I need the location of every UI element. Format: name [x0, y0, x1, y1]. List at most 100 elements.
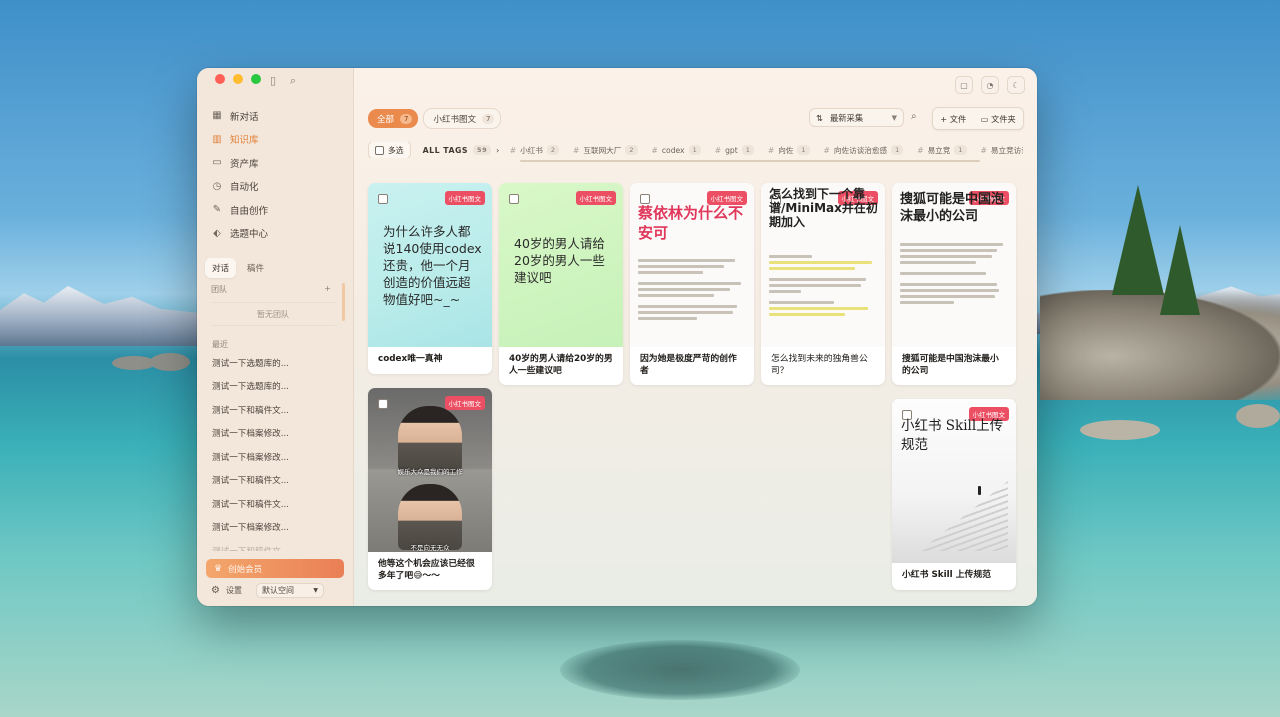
- settings-label[interactable]: 设置: [226, 585, 242, 596]
- add-actions: + 文件 ▭ 文件夹: [932, 107, 1024, 130]
- tag-chip[interactable]: # 互联网大厂 2: [569, 145, 641, 156]
- sidebar-subtabs: 对话 稿件: [205, 258, 345, 278]
- sidebar-scrollbar[interactable]: [342, 283, 345, 321]
- nav-label: 自动化: [230, 182, 259, 194]
- card-cover: 小红书图文 蔡依林为什么不安可: [630, 183, 754, 347]
- minimize-window-button[interactable]: [233, 74, 243, 84]
- content-card[interactable]: 小红书图文 小红书 Skill上传规范 小红书 Skill 上传规范: [892, 399, 1016, 590]
- content-card[interactable]: 小红书图文 为什么许多人都说140使用codex还贵，他一个月创造的价值远超物值…: [368, 183, 492, 374]
- message-icon[interactable]: ▢: [955, 76, 973, 94]
- card-checkbox[interactable]: [378, 194, 388, 204]
- all-tags-count: 59: [473, 145, 492, 155]
- search-icon[interactable]: ⌕: [287, 75, 299, 87]
- team-empty-state: 暂无团队: [211, 302, 335, 326]
- chevron-down-icon: ▼: [891, 113, 897, 122]
- tag-name: 向佐访谈治愈感: [833, 145, 888, 155]
- nav-item-free-create[interactable]: ✎ 自由创作: [205, 198, 345, 222]
- nav-item-new-chat[interactable]: ▦ 新对话: [205, 104, 345, 128]
- settings-row: ⚙ 设置 默认空间 ▼: [211, 583, 324, 598]
- recent-item[interactable]: 测试一下选题库的...: [205, 375, 345, 399]
- multi-select-button[interactable]: 多选: [368, 142, 411, 158]
- recent-item[interactable]: 测试一下档案修改...: [205, 445, 345, 469]
- card-checkbox[interactable]: [378, 399, 388, 409]
- gear-icon[interactable]: ⚙: [211, 585, 220, 596]
- founding-member-button[interactable]: ♛ 创始会员: [206, 559, 344, 578]
- recent-item[interactable]: 测试一下和稿件文...: [205, 469, 345, 493]
- card-cover: 小红书图文 为什么许多人都说140使用codex还贵，他一个月创造的价值远超物值…: [368, 183, 492, 347]
- content-card[interactable]: 娱乐大众是我们的工作 不是向无无众 小红书图文 他等这个机会应该已经很多年了吧😅…: [368, 388, 492, 590]
- content-card[interactable]: 小红书图文 搜狐可能是中国泡沫最小的公司 搜狐可能是中国泡沫最小的公司: [892, 183, 1016, 385]
- recent-item[interactable]: 测试一下和稿件文...: [205, 398, 345, 422]
- moon-icon[interactable]: ☾: [1007, 76, 1025, 94]
- card-cover: 小红书图文 40岁的男人请给20岁的男人一些建议吧: [499, 183, 623, 347]
- tag-count: 1: [954, 145, 967, 155]
- tag-chip[interactable]: #易立竞访谈: [977, 145, 1023, 156]
- cover-text: 蔡依林为什么不安可: [638, 204, 744, 242]
- card-checkbox[interactable]: [509, 194, 519, 204]
- folder-icon: ▭: [980, 113, 989, 124]
- recent-item[interactable]: 测试一下选题库的...: [205, 351, 345, 375]
- background-tree: [1112, 185, 1164, 295]
- background-tree: [1160, 225, 1200, 315]
- add-folder-button[interactable]: ▭ 文件夹: [981, 113, 1016, 125]
- recent-item[interactable]: 测试一下档案修改...: [205, 516, 345, 540]
- tag-chip[interactable]: # 向佐访谈治愈感 1: [820, 145, 908, 156]
- content-card[interactable]: 小红书图文 40岁的男人请给20岁的男人一些建议吧 40岁的男人请给20岁的男人…: [499, 183, 623, 385]
- nav-label: 选题中心: [230, 229, 269, 241]
- card-caption: 怎么找到未来的独角兽公司？: [771, 354, 868, 376]
- tag-count: 1: [891, 145, 904, 155]
- card-caption: 搜狐可能是中国泡沫最小的公司: [902, 354, 999, 376]
- filter-xiaohongshu[interactable]: 小红书图文 7: [423, 108, 502, 129]
- figure-icon: [978, 486, 981, 495]
- search-icon[interactable]: ⌕: [911, 111, 917, 122]
- tag-chip[interactable]: # 向佐 1: [764, 145, 814, 156]
- nav-label: 自由创作: [230, 205, 269, 217]
- tag-chip[interactable]: # 小红书 2: [506, 145, 563, 156]
- nav-item-assets[interactable]: ▭ 资产库: [205, 151, 345, 175]
- article-body-lines: [900, 243, 1008, 307]
- recent-item[interactable]: 测试一下和稿件文...: [205, 492, 345, 516]
- member-label: 创始会员: [228, 564, 263, 575]
- recent-item[interactable]: 测试一下和稿件文...: [205, 539, 345, 551]
- background-rock: [150, 353, 190, 371]
- cover-text: 怎么找到下一个靠谱/MiniMax并在初期加入: [769, 187, 878, 229]
- card-badge: 小红书图文: [575, 191, 616, 205]
- tag-count: 2: [625, 145, 638, 155]
- all-tags-button[interactable]: ALL TAGS 59 ›: [423, 145, 500, 155]
- sort-label: 最新采集: [829, 112, 864, 123]
- background-rock: [1080, 420, 1160, 440]
- card-grid: 小红书图文 为什么许多人都说140使用codex还贵，他一个月创造的价值远超物值…: [368, 183, 1023, 606]
- tag-bar: 多选 ALL TAGS 59 › # 小红书 2 # 互联网大厂 2 # codex 1 #…: [368, 142, 1023, 158]
- sidebar-toggle-icon[interactable]: ▯: [267, 75, 279, 87]
- space-select[interactable]: 默认空间 ▼: [255, 583, 324, 598]
- recent-item[interactable]: 测试一下档案修改...: [205, 422, 345, 446]
- main-content: ▢ ◔ ☾ 全部 7 小红书图文 7 ⇅ 最新采集 ▼ ⌕ + 文件 ▭ 文件夹: [354, 68, 1037, 606]
- clock-icon: ◷: [212, 180, 222, 192]
- nav-label: 新对话: [230, 111, 259, 123]
- tab-drafts[interactable]: 稿件: [240, 258, 271, 278]
- tab-chats[interactable]: 对话: [205, 258, 237, 278]
- book-icon: ▥: [212, 133, 222, 145]
- tag-name: 小红书: [520, 145, 543, 155]
- content-card[interactable]: 小红书图文 怎么找到下一个靠谱/MiniMax并在初期加入 怎么找到未来的独角兽…: [761, 183, 885, 385]
- multi-select-label: 多选: [388, 145, 404, 155]
- sort-select[interactable]: ⇅ 最新采集 ▼: [809, 108, 904, 127]
- tags-scrollbar[interactable]: [520, 160, 980, 162]
- bell-icon[interactable]: ◔: [981, 76, 999, 94]
- filter-all[interactable]: 全部 7: [368, 109, 419, 128]
- zoom-window-button[interactable]: [251, 74, 261, 84]
- nav-item-automation[interactable]: ◷ 自动化: [205, 175, 345, 199]
- nav-item-knowledge-base[interactable]: ▥ 知识库: [205, 128, 345, 152]
- add-file-button[interactable]: + 文件: [940, 113, 966, 125]
- nav-item-topic-center[interactable]: ⬖ 选题中心: [205, 222, 345, 246]
- tag-chip[interactable]: # gpt 1: [711, 145, 758, 155]
- person-photo: [398, 484, 462, 550]
- tag-chip[interactable]: # 易立竞 1: [913, 145, 970, 156]
- add-team-button[interactable]: +: [324, 284, 331, 295]
- team-header: 团队 +: [211, 284, 331, 295]
- content-card[interactable]: 小红书图文 蔡依林为什么不安可 因为她是极度严苛的创作者: [630, 183, 754, 385]
- background-mountains-left: [0, 286, 200, 346]
- tag-chip[interactable]: # codex 1: [648, 145, 705, 155]
- cover-text: 40岁的男人请给20岁的男人一些建议吧: [514, 236, 605, 285]
- close-window-button[interactable]: [215, 74, 225, 84]
